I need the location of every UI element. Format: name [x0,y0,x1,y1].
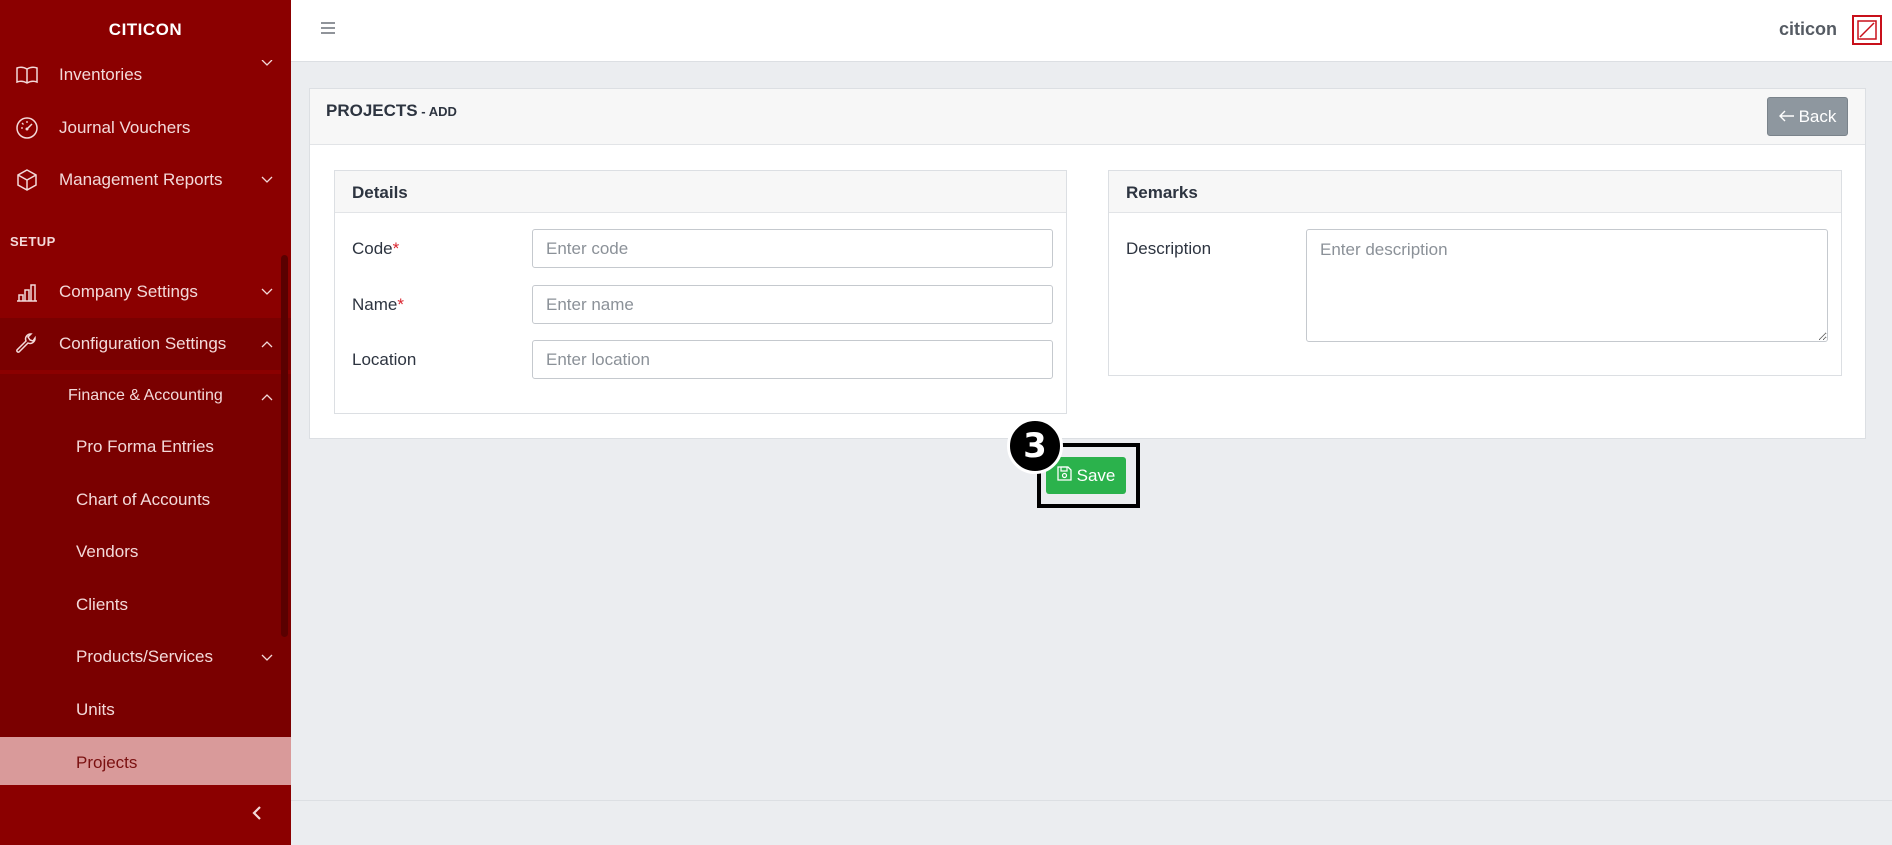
details-panel: Details Code* Name* Location [334,170,1067,414]
page-title-sub: - ADD [417,104,457,119]
avatar[interactable] [1852,15,1882,45]
back-button[interactable]: Back [1767,97,1848,136]
sidebar-item-units[interactable]: Units [0,684,291,736]
sidebar-section-setup: SETUP [10,234,56,249]
sidebar-item-company-settings[interactable]: Company Settings [0,266,291,318]
footer-bar [291,800,1892,845]
save-button-label: Save [1076,465,1116,485]
page-title-main: PROJECTS [326,101,418,120]
sidebar-item-configuration-settings[interactable]: Configuration Settings [0,318,291,370]
sidebar-item-chart-of-accounts[interactable]: Chart of Accounts [0,474,291,526]
sidebar-item-label: Configuration Settings [59,334,227,353]
required-marker: * [392,239,400,258]
chevron-up-icon [261,386,273,406]
wrench-icon [14,331,40,357]
code-input[interactable] [532,229,1053,268]
name-label-text: Name [352,295,398,314]
topbar: citicon [291,0,1892,62]
code-label-text: Code [352,239,393,258]
sidebar-item-projects[interactable]: Projects [0,737,291,789]
save-button[interactable]: Save [1046,457,1126,494]
user-name[interactable]: citicon [1779,19,1837,40]
sidebar-item-label: Chart of Accounts [76,490,211,509]
gauge-icon [14,115,40,141]
location-label: Location [352,350,417,369]
back-button-label: Back [1798,106,1837,126]
code-label: Code* [352,239,399,259]
sidebar-item-label: Pro Forma Entries [76,437,214,456]
details-panel-title: Details [352,183,408,202]
sidebar-scrollbar[interactable] [281,255,288,637]
sidebar-item-label: Journal Vouchers [59,118,191,137]
sidebar-item-label: Management Reports [59,170,223,189]
hamburger-menu-icon[interactable] [319,19,337,37]
sidebar-item-label: Company Settings [59,282,198,301]
remarks-panel: Remarks Description [1108,170,1842,376]
sidebar-item-label: Finance & Accounting [68,387,223,404]
details-panel-header: Details [335,171,1066,213]
card-header: PROJECTS - ADD Back [310,89,1865,145]
sidebar-item-label: Inventories [59,65,143,84]
chart-icon [14,279,40,305]
description-textarea[interactable] [1306,229,1828,342]
sidebar-item-label: Clients [76,595,128,614]
name-label: Name* [352,295,404,315]
remarks-panel-title: Remarks [1126,183,1198,202]
description-label: Description [1126,239,1212,258]
chevron-down-icon [261,286,273,298]
sidebar-scroll-area: Inventories Journal Vouchers Management … [0,0,291,789]
location-input[interactable] [532,340,1053,379]
sidebar-item-label: Vendors [76,542,139,561]
arrow-left-icon [1778,107,1795,127]
chevron-up-icon [261,338,273,350]
sidebar-item-management-reports[interactable]: Management Reports [0,154,291,206]
step-number-badge: 3 [1007,418,1063,474]
sidebar-item-finance-accounting[interactable]: Finance & Accounting [0,370,291,422]
book-icon [14,62,40,88]
chevron-down-icon [261,174,273,186]
sidebar-item-products-services[interactable]: Products/Services [0,631,291,683]
save-icon [1056,465,1072,486]
name-input[interactable] [532,285,1053,324]
sidebar-item-clients[interactable]: Clients [0,579,291,631]
required-marker: * [397,295,404,314]
sidebar-item-vendors[interactable]: Vendors [0,526,291,578]
sidebar-item-label: Products/Services [76,647,213,666]
sidebar-item-pro-forma-entries[interactable]: Pro Forma Entries [0,421,291,473]
sidebar-footer [0,785,291,845]
sidebar-item-label: Projects [76,753,138,772]
chevron-down-icon [261,647,273,667]
sidebar-item-journal-vouchers[interactable]: Journal Vouchers [0,102,291,154]
sidebar: Inventories Journal Vouchers Management … [0,0,291,845]
collapse-sidebar-icon[interactable] [251,805,263,826]
sidebar-item-label: Units [76,700,115,719]
box-icon [14,167,40,193]
project-form-card: PROJECTS - ADD Back Details Code* Name* … [309,88,1866,439]
remarks-panel-header: Remarks [1109,171,1841,213]
page-title: PROJECTS - ADD [326,101,457,121]
brand-logo: CITICON [0,0,291,60]
